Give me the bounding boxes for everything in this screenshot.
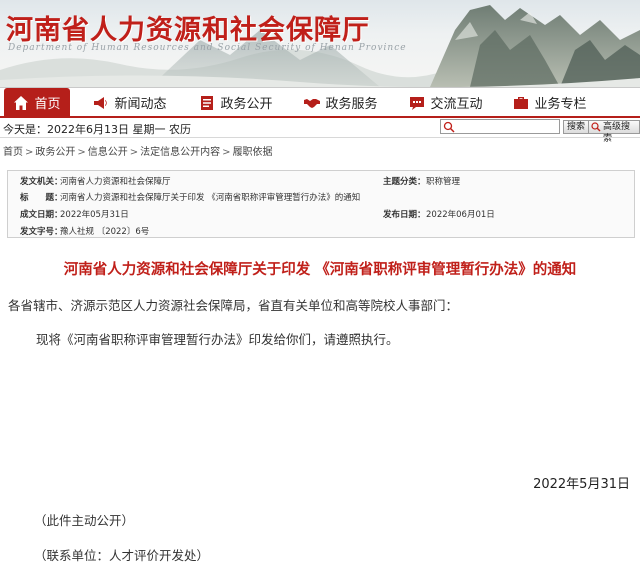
created-value: 2022年05月31日 (60, 210, 129, 220)
document-info-table: 发文机关： 河南省人力资源和社会保障厅 主题分类： 职称管理 标 题： 河南省人… (7, 170, 635, 238)
breadcrumb-home[interactable]: 首页 (3, 147, 23, 158)
chat-icon (410, 96, 425, 110)
breadcrumb: 首页 > 政务公开 > 信息公开 > 法定信息公开内容 > 履职依据 (3, 143, 273, 158)
article-note-contact: （联系单位：人才评价开发处） (34, 548, 210, 563)
nav-item-home[interactable]: 首页 (4, 88, 70, 117)
nav-item-business[interactable]: 业务专栏 (510, 88, 590, 117)
title-value: 河南省人力资源和社会保障厅关于印发 《河南省职称评审管理暂行办法》的通知 (60, 193, 361, 203)
number-label: 发文字号： (20, 227, 63, 237)
megaphone-icon (94, 96, 108, 109)
issuer-label: 发文机关： (20, 177, 63, 187)
article-note-public: （此件主动公开） (34, 513, 135, 528)
breadcrumb-separator: > (25, 147, 34, 158)
breadcrumb-separator: > (77, 147, 86, 158)
info-row-title: 标 题： 河南省人力资源和社会保障厅关于印发 《河南省职称评审管理暂行办法》的通… (8, 187, 634, 204)
breadcrumb-info-disclosure[interactable]: 信息公开 (88, 147, 128, 158)
issuer-value: 河南省人力资源和社会保障厅 (60, 177, 171, 187)
article-sign-date: 2022年5月31日 (533, 477, 630, 492)
breadcrumb-separator: > (129, 147, 139, 158)
document-icon (201, 95, 214, 110)
site-title: 河南省人力资源和社会保障厅 (6, 15, 370, 46)
nav-label: 交流互动 (430, 97, 483, 112)
nav-label: 政务服务 (325, 97, 378, 112)
title-label: 标 题： (20, 193, 63, 203)
article-salutation: 各省辖市、济源示范区人力资源社会保障局，省直有关单位和高等院校人事部门： (8, 298, 459, 313)
article-body: 现将《河南省职称评审管理暂行办法》印发给你们，请遵照执行。 (36, 332, 399, 347)
breadcrumb-separator: > (222, 147, 231, 158)
handshake-icon (304, 98, 321, 108)
home-icon (14, 95, 29, 110)
date-text: 今天是：2022年6月13日 星期一 农历 (3, 123, 191, 136)
article-title: 河南省人力资源和社会保障厅关于印发 《河南省职称评审管理暂行办法》的通知 (63, 262, 577, 278)
created-label: 成文日期： (20, 210, 63, 220)
magnifier-icon (591, 122, 601, 132)
topic-label: 主题分类： (383, 177, 426, 187)
info-row-issuer: 发文机关： 河南省人力资源和社会保障厅 主题分类： 职称管理 (8, 171, 634, 188)
nav-item-news[interactable]: 新闻动态 (90, 88, 170, 117)
breadcrumb-duty-basis[interactable]: 履职依据 (233, 147, 273, 158)
search-icon (443, 121, 455, 133)
published-label: 发布日期： (383, 210, 426, 220)
site-banner: 河南省人力资源和社会保障厅 Department of Human Resour… (0, 0, 640, 87)
nav-item-interaction[interactable]: 交流互动 (406, 88, 486, 117)
nav-item-services[interactable]: 政务服务 (300, 88, 382, 117)
breadcrumb-statutory-info[interactable]: 法定信息公开内容 (140, 147, 220, 158)
advanced-search-label: 高级搜索 (603, 122, 631, 144)
nav-label: 新闻动态 (114, 97, 167, 112)
number-value: 豫人社规 〔2022〕6号 (60, 227, 150, 237)
info-row-number: 发文字号： 豫人社规 〔2022〕6号 (8, 221, 634, 238)
divider (0, 137, 640, 138)
nav-label: 首页 (34, 97, 61, 112)
nav-label: 业务专栏 (534, 97, 587, 112)
published-value: 2022年06月01日 (426, 210, 495, 220)
main-nav: 首页 新闻动态 政务公开 政务服务 交流互动 业务专栏 (0, 87, 640, 118)
site-subtitle: Department of Human Resources and Social… (8, 43, 407, 53)
briefcase-icon (514, 96, 529, 109)
nav-label: 政务公开 (220, 97, 273, 112)
nav-item-public-affairs[interactable]: 政务公开 (196, 88, 276, 117)
advanced-search-button[interactable]: 高级搜索 (588, 120, 640, 144)
search-button[interactable]: 搜索 (563, 120, 590, 134)
info-row-dates: 成文日期： 2022年05月31日 发布日期： 2022年06月01日 (8, 204, 634, 221)
breadcrumb-public-affairs[interactable]: 政务公开 (35, 147, 75, 158)
topic-value: 职称管理 (426, 177, 461, 187)
search-input[interactable] (440, 119, 560, 134)
